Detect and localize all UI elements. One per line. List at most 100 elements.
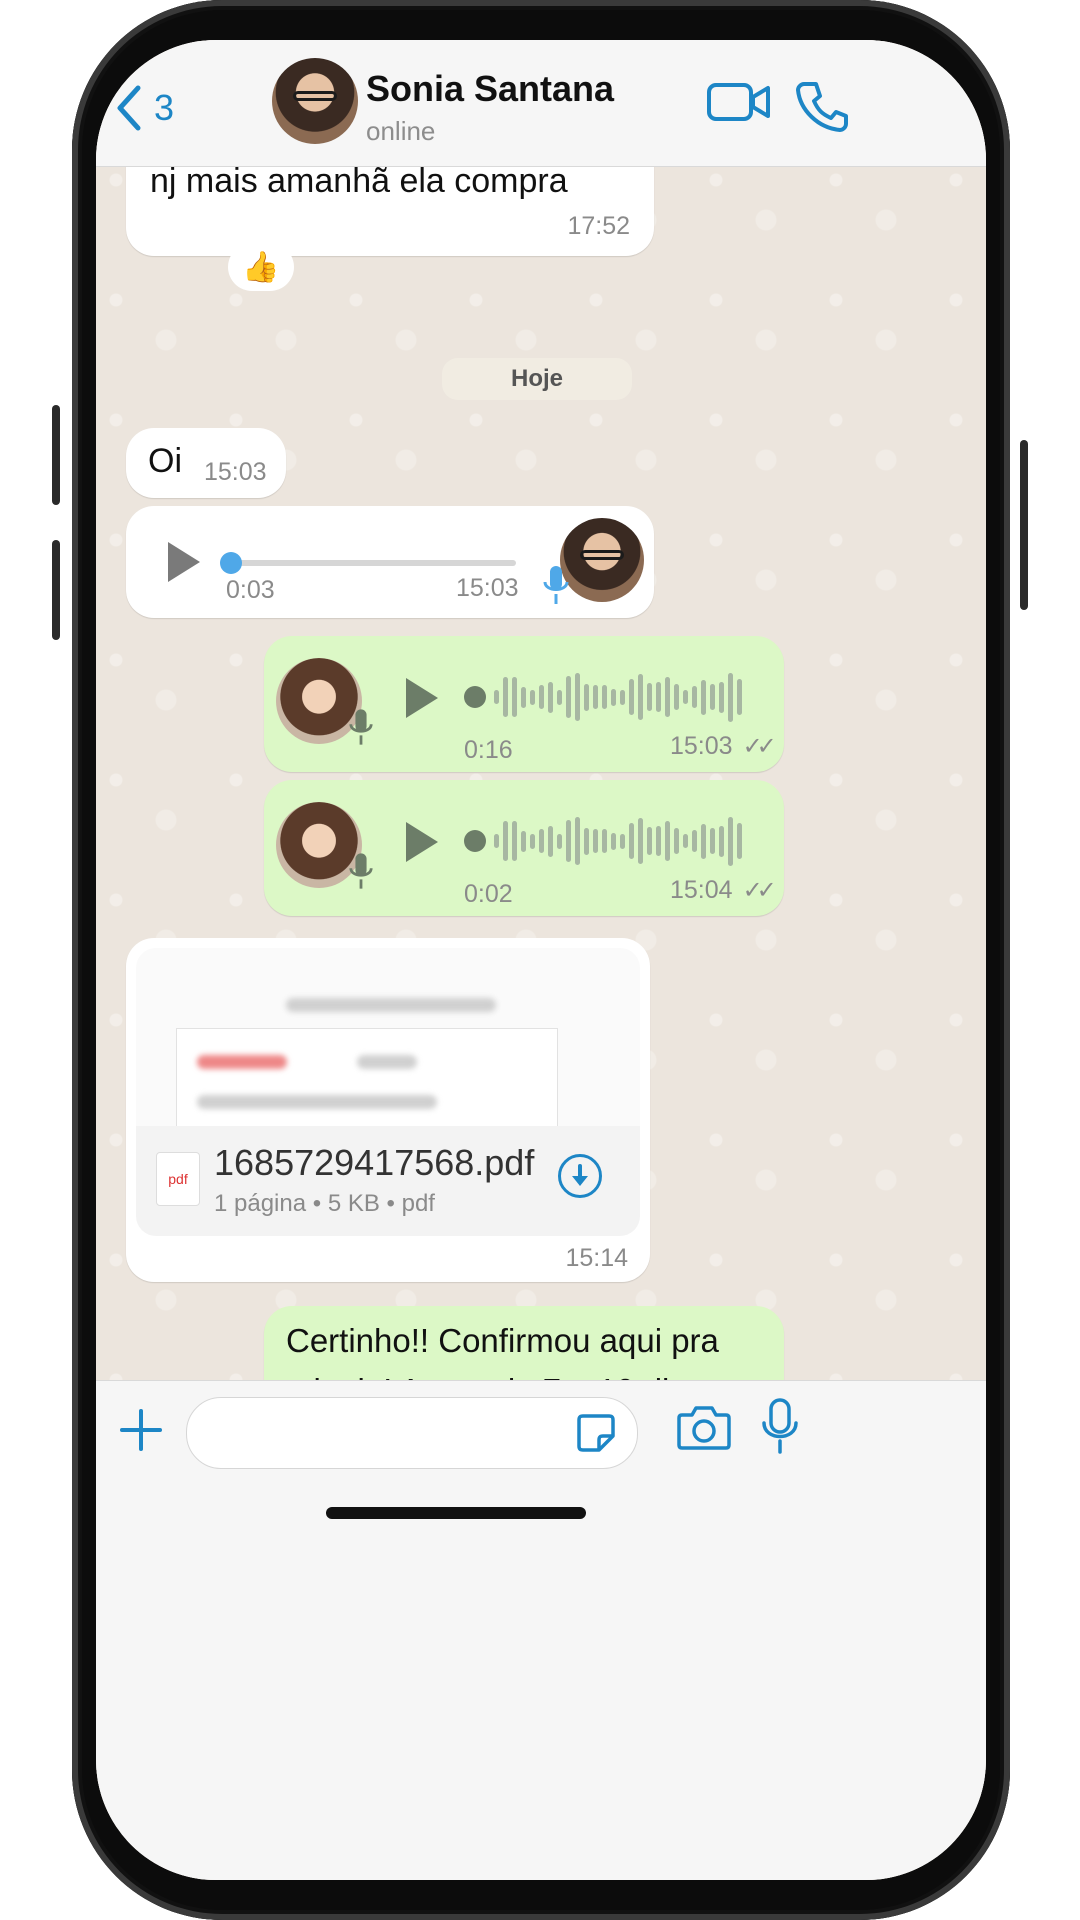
message-time: 17:52 bbox=[567, 212, 630, 240]
home-indicator[interactable] bbox=[326, 1507, 586, 1519]
microphone-icon bbox=[349, 709, 373, 745]
contact-avatar[interactable] bbox=[272, 58, 358, 144]
waveform-bar bbox=[512, 821, 517, 861]
download-button[interactable] bbox=[558, 1154, 602, 1198]
play-button[interactable] bbox=[406, 822, 438, 862]
message-time-text: 15:04 bbox=[670, 876, 733, 904]
document-file-name: 1685729417568.pdf bbox=[214, 1142, 535, 1183]
message-time: 15:03 ✓✓ bbox=[670, 732, 777, 761]
waveform-bar bbox=[656, 826, 661, 856]
waveform-bar bbox=[521, 686, 526, 708]
power-button bbox=[1020, 440, 1028, 610]
preview-blurred-line bbox=[286, 998, 496, 1012]
camera-button[interactable] bbox=[676, 1403, 732, 1458]
waveform-bar bbox=[692, 686, 697, 708]
audio-duration: 0:03 bbox=[226, 576, 275, 604]
waveform-bar bbox=[656, 682, 661, 712]
waveform-bar bbox=[548, 681, 553, 713]
waveform-bar bbox=[710, 828, 715, 854]
incoming-message[interactable]: Oi 15:03 bbox=[126, 428, 286, 498]
preview-blurred-line bbox=[197, 1095, 437, 1109]
contact-name[interactable]: Sonia Santana bbox=[366, 68, 614, 110]
waveform-bar bbox=[701, 823, 706, 859]
date-separator: Hoje bbox=[442, 358, 632, 400]
back-button[interactable]: 3 bbox=[114, 84, 174, 132]
waveform-bar bbox=[665, 821, 670, 861]
waveform-bar bbox=[638, 674, 643, 720]
waveform-bar bbox=[593, 685, 598, 709]
waveform-bar bbox=[575, 817, 580, 865]
read-receipt-icon: ✓✓ bbox=[742, 877, 777, 904]
unread-count: 3 bbox=[154, 87, 175, 128]
sticker-icon bbox=[577, 1414, 615, 1452]
phone-screen: 3 Sonia Santana online nj mais amanhã el… bbox=[96, 40, 986, 1880]
contact-status: online bbox=[366, 116, 436, 146]
voice-call-button[interactable] bbox=[796, 80, 848, 137]
document-file-row[interactable]: pdf 1685729417568.pdf 1 página • 5 KB • … bbox=[136, 1126, 640, 1236]
waveform-bar bbox=[629, 823, 634, 859]
message-input[interactable] bbox=[186, 1397, 638, 1469]
audio-scrubber[interactable] bbox=[464, 686, 486, 708]
waveform-bar bbox=[692, 830, 697, 852]
waveform-bar bbox=[503, 677, 508, 717]
waveform-bar bbox=[728, 816, 733, 866]
waveform-bar bbox=[530, 833, 535, 849]
waveform-bar bbox=[674, 828, 679, 854]
waveform-bar bbox=[557, 833, 562, 849]
waveform-bar bbox=[647, 827, 652, 855]
message-time: 15:03 bbox=[204, 458, 267, 486]
play-button[interactable] bbox=[406, 678, 438, 718]
waveform-bar bbox=[566, 676, 571, 718]
audio-duration: 0:02 bbox=[464, 880, 513, 908]
waveform-bar bbox=[683, 690, 688, 704]
message-time: 15:14 bbox=[565, 1244, 628, 1272]
waveform-bar bbox=[719, 681, 724, 713]
volume-up-button bbox=[52, 405, 60, 505]
attach-button[interactable] bbox=[118, 1407, 164, 1458]
audio-waveform[interactable] bbox=[494, 816, 742, 866]
outgoing-audio-message: 0:02 15:04 ✓✓ bbox=[264, 780, 784, 916]
play-button[interactable] bbox=[168, 542, 200, 582]
waveform-bar bbox=[521, 830, 526, 852]
waveform-bar bbox=[557, 689, 562, 705]
audio-scrubber[interactable] bbox=[220, 552, 242, 574]
read-receipt-icon: ✓✓ bbox=[742, 733, 777, 760]
message-time: 15:04 ✓✓ bbox=[670, 876, 777, 905]
thumbs-up-icon: 👍 bbox=[242, 250, 280, 284]
waveform-bar bbox=[611, 688, 616, 706]
download-icon bbox=[572, 1164, 588, 1186]
message-time: 15:03 bbox=[456, 574, 519, 602]
microphone-icon bbox=[543, 566, 569, 604]
audio-waveform[interactable] bbox=[494, 672, 742, 722]
waveform-bar bbox=[719, 825, 724, 857]
preview-blurred-logo bbox=[197, 1055, 287, 1069]
audio-progress-track[interactable] bbox=[226, 560, 516, 566]
message-time-text: 15:03 bbox=[670, 732, 733, 760]
waveform-bar bbox=[737, 823, 742, 859]
microphone-icon bbox=[349, 853, 373, 889]
waveform-bar bbox=[494, 690, 499, 704]
volume-down-button bbox=[52, 540, 60, 640]
waveform-bar bbox=[584, 683, 589, 711]
waveform-bar bbox=[539, 685, 544, 709]
video-call-button[interactable] bbox=[706, 80, 772, 129]
phone-icon bbox=[796, 82, 848, 132]
waveform-bar bbox=[494, 834, 499, 848]
document-preview[interactable] bbox=[136, 948, 640, 1128]
waveform-bar bbox=[566, 820, 571, 862]
waveform-bar bbox=[602, 685, 607, 709]
avatar-glasses bbox=[292, 90, 338, 101]
voice-message-button[interactable] bbox=[760, 1397, 800, 1460]
audio-scrubber[interactable] bbox=[464, 830, 486, 852]
preview-blurred-line bbox=[357, 1055, 417, 1069]
outgoing-audio-message: 0:16 15:03 ✓✓ bbox=[264, 636, 784, 772]
waveform-bar bbox=[683, 834, 688, 848]
reaction-badge[interactable]: 👍 bbox=[228, 243, 294, 291]
waveform-bar bbox=[611, 832, 616, 850]
sticker-button[interactable] bbox=[575, 1412, 617, 1459]
waveform-bar bbox=[629, 679, 634, 715]
waveform-bar bbox=[548, 825, 553, 857]
audio-duration: 0:16 bbox=[464, 736, 513, 764]
waveform-bar bbox=[602, 829, 607, 853]
waveform-bar bbox=[647, 683, 652, 711]
